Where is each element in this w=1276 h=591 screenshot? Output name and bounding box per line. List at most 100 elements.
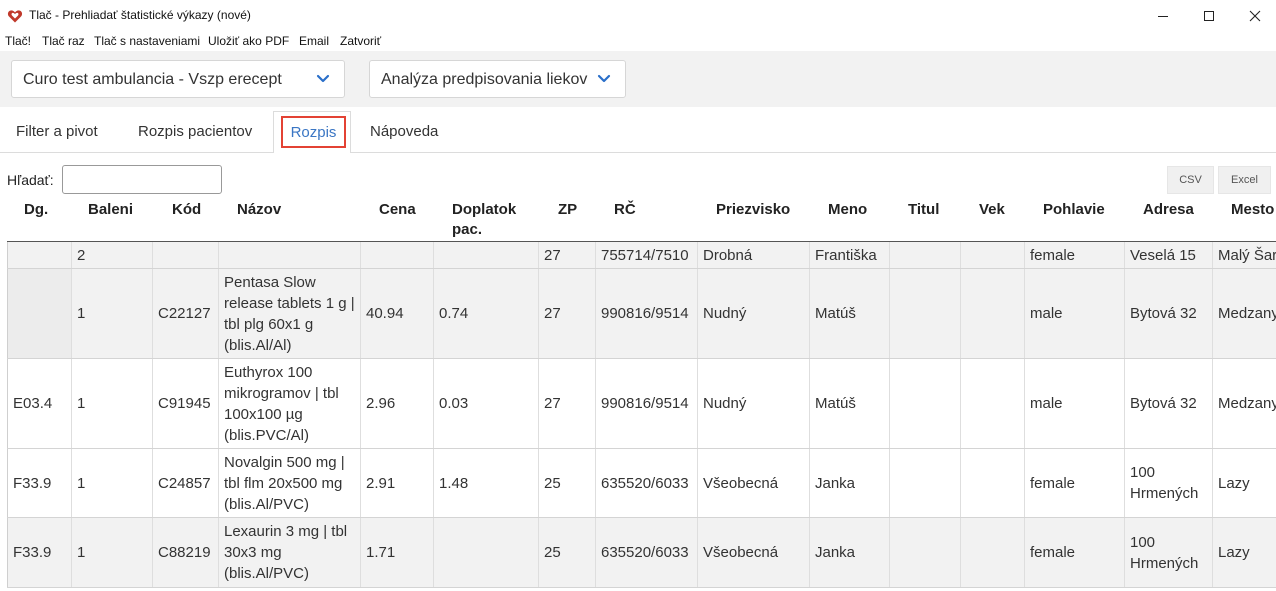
cell-nazov: Pentasa Slow release tablets 1 g | tbl p… [218, 269, 360, 358]
column-header-adresa[interactable]: Adresa [1143, 200, 1194, 220]
minimize-button[interactable] [1140, 0, 1186, 31]
clinic-select-value: Curo test ambulancia - Vszp erecept [23, 71, 282, 88]
column-header-vek[interactable]: Vek [979, 200, 1005, 220]
table-row[interactable]: F33.9 1 C88219 Lexaurin 3 mg | tbl 30x3 mg … [7, 518, 1276, 588]
column-header-titul[interactable]: Titul [908, 200, 939, 220]
column-header-baleni[interactable]: Baleni [88, 200, 133, 220]
cell-titul [889, 518, 960, 587]
cell-cena: 2.91 [360, 449, 433, 517]
cell-nazov: Novalgin 500 mg | tbl flm 20x500 mg (bli… [218, 449, 360, 517]
cell-nazov [218, 242, 360, 268]
chevron-down-icon [316, 74, 330, 83]
export-excel-button[interactable]: Excel [1218, 166, 1271, 194]
cell-dg [7, 269, 71, 358]
tab-filter-pivot[interactable]: Filter a pivot [16, 123, 98, 140]
column-header-pohlavie[interactable]: Pohlavie [1043, 200, 1105, 220]
cell-baleni: 2 [71, 242, 152, 268]
maximize-icon [1204, 10, 1214, 21]
column-header-rc[interactable]: RČ [614, 200, 636, 220]
cell-mesto: Lazy [1212, 449, 1276, 517]
column-header-mesto[interactable]: Mesto [1231, 200, 1274, 220]
column-header-cena[interactable]: Cena [379, 200, 416, 220]
cell-vek [960, 269, 1024, 358]
cell-titul [889, 269, 960, 358]
report-select-value: Analýza predpisovania liekov [381, 71, 588, 88]
export-csv-button[interactable]: CSV [1167, 166, 1214, 194]
clinic-select[interactable]: Curo test ambulancia - Vszp erecept [11, 60, 345, 98]
cell-doplatok [433, 242, 538, 268]
cell-cena: 40.94 [360, 269, 433, 358]
cell-pohlavie: male [1024, 269, 1124, 358]
close-button[interactable] [1232, 0, 1276, 31]
chevron-down-icon [597, 74, 611, 83]
cell-zp: 25 [538, 518, 595, 587]
cell-cena [360, 242, 433, 268]
menu-print-once[interactable]: Tlač raz [42, 34, 85, 48]
cell-mesto: Medzany [1212, 359, 1276, 448]
cell-mesto: Medzany [1212, 269, 1276, 358]
table-row[interactable]: 1 C22127 Pentasa Slow release tablets 1 g … [7, 269, 1276, 359]
menu-save-as-pdf[interactable]: Uložiť ako PDF [208, 34, 289, 48]
cell-doplatok: 1.48 [433, 449, 538, 517]
cell-priezvisko: Nudný [697, 269, 809, 358]
cell-zp: 27 [538, 269, 595, 358]
cell-baleni: 1 [71, 518, 152, 587]
tab-help[interactable]: Nápoveda [370, 123, 438, 140]
minimize-icon [1158, 15, 1168, 17]
cell-pohlavie: female [1024, 518, 1124, 587]
cell-pohlavie: female [1024, 449, 1124, 517]
cell-rc: 990816/9514 [595, 359, 697, 448]
table-row[interactable]: 2 27 755714/7510 Drobná Františka female Vesel… [7, 242, 1276, 269]
tab-breakdown[interactable]: Rozpis [281, 116, 346, 148]
cell-cena: 1.71 [360, 518, 433, 587]
menu-print[interactable]: Tlač! [5, 34, 31, 48]
cell-nazov: Lexaurin 3 mg | tbl 30x3 mg (blis.Al/PVC… [218, 518, 360, 587]
cell-meno: Matúš [809, 269, 889, 358]
maximize-button[interactable] [1186, 0, 1232, 31]
cell-titul [889, 242, 960, 268]
cell-mesto: Lazy [1212, 518, 1276, 587]
cell-nazov: Euthyrox 100 mikrogramov | tbl 100x100 µ… [218, 359, 360, 448]
cell-rc: 755714/7510 [595, 242, 697, 268]
cell-baleni: 1 [71, 359, 152, 448]
cell-priezvisko: Drobná [697, 242, 809, 268]
cell-dg: F33.9 [7, 449, 71, 517]
cell-mesto: Malý Šariš [1212, 242, 1276, 268]
cell-rc: 635520/6033 [595, 518, 697, 587]
search-input[interactable] [62, 165, 222, 194]
column-header-meno[interactable]: Meno [828, 200, 867, 220]
column-header-zp[interactable]: ZP [558, 200, 577, 220]
table-row[interactable]: E03.4 1 C91945 Euthyrox 100 mikrogramov | t… [7, 359, 1276, 449]
column-header-kod[interactable]: Kód [172, 200, 201, 220]
cell-priezvisko: Všeobecná [697, 518, 809, 587]
cell-adresa: Bytová 32 [1124, 269, 1212, 358]
cell-titul [889, 359, 960, 448]
table-row[interactable]: F33.9 1 C24857 Novalgin 500 mg | tbl flm 20… [7, 449, 1276, 518]
cell-meno: Františka [809, 242, 889, 268]
cell-meno: Matúš [809, 359, 889, 448]
cell-baleni: 1 [71, 269, 152, 358]
column-header-doplatok[interactable]: Doplatok pac. [452, 200, 530, 240]
cell-doplatok: 0.03 [433, 359, 538, 448]
cell-priezvisko: Nudný [697, 359, 809, 448]
title-bar: Tlač - Prehliadať štatistické výkazy (no… [0, 0, 1276, 31]
close-icon [1249, 10, 1261, 21]
menu-close[interactable]: Zatvoriť [340, 34, 381, 48]
cell-dg: F33.9 [7, 518, 71, 587]
cell-kod: C22127 [152, 269, 218, 358]
cell-adresa: Bytová 32 [1124, 359, 1212, 448]
cell-rc: 635520/6033 [595, 449, 697, 517]
menu-print-with-settings[interactable]: Tlač s nastaveniami [94, 34, 200, 48]
column-header-priezvisko[interactable]: Priezvisko [716, 200, 790, 220]
menu-bar: Tlač! Tlač raz Tlač s nastaveniami Uloži… [0, 31, 1276, 51]
tab-patient-breakdown[interactable]: Rozpis pacientov [138, 123, 252, 140]
cell-pohlavie: male [1024, 359, 1124, 448]
cell-adresa: 100 Hrmených [1124, 449, 1212, 517]
report-select[interactable]: Analýza predpisovania liekov [369, 60, 626, 98]
column-header-nazov[interactable]: Názov [237, 200, 281, 220]
menu-email[interactable]: Email [299, 34, 329, 48]
heart-logo-icon [7, 10, 23, 23]
column-header-dg[interactable]: Dg. [24, 200, 48, 220]
table-header: Dg. Baleni Kód Názov Cena Doplatok pac. … [0, 198, 1276, 242]
cell-dg [7, 242, 71, 268]
